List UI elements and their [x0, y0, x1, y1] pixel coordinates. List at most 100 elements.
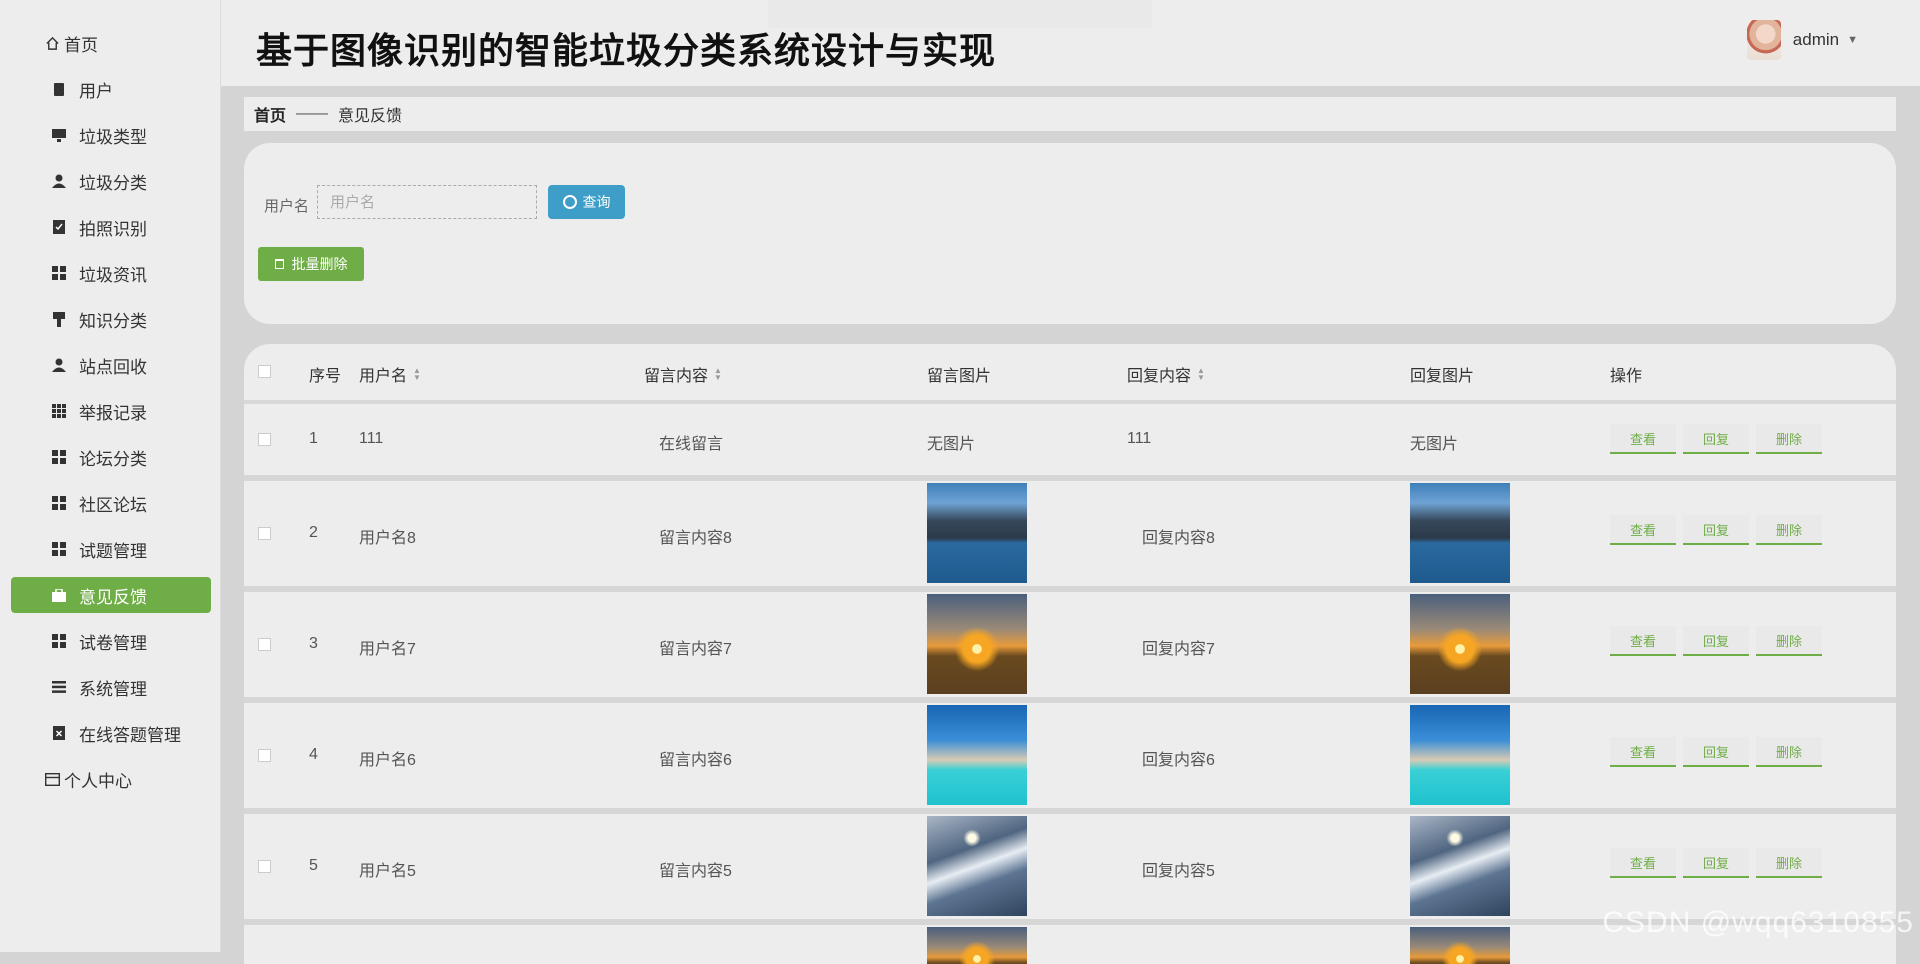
breadcrumb-home[interactable]: 首页	[254, 102, 286, 126]
mountain-image[interactable]	[1410, 816, 1510, 916]
grid-icon	[51, 449, 67, 465]
reply-button[interactable]: 回复	[1683, 626, 1749, 656]
delete-button[interactable]: 删除	[1756, 515, 1822, 545]
search-label: 用户名	[264, 198, 310, 215]
clipboard-x-icon	[51, 725, 67, 741]
reply-button[interactable]: 回复	[1683, 515, 1749, 545]
header-reply[interactable]: 回复内容 ▲ ▼	[1127, 362, 1205, 386]
sunset-image[interactable]	[1410, 927, 1510, 964]
row-content: 在线留言	[659, 436, 724, 453]
beach-image[interactable]	[927, 705, 1027, 805]
sort-icon[interactable]: ▲ ▼	[413, 367, 421, 382]
view-button[interactable]: 查看	[1610, 737, 1676, 767]
sidebar-item-exam-paper-management[interactable]: 试卷管理	[11, 623, 211, 659]
table-header: 序号 用户名 ▲ ▼ 留言内容 ▲ ▼ 留言图片 回复内容 ▲ ▼ 回复图片 操作	[244, 344, 1896, 404]
sunset-image[interactable]	[927, 927, 1027, 964]
header-index: 序号	[309, 368, 342, 385]
search-panel: 用户名 查询 批量删除	[244, 143, 1896, 324]
table-row: 1 111 在线留言 无图片 111 无图片 查看 回复 删除	[244, 404, 1896, 481]
sunset-image[interactable]	[927, 594, 1027, 694]
view-button[interactable]: 查看	[1610, 848, 1676, 878]
sidebar-item-forum-categories[interactable]: 论坛分类	[11, 439, 211, 475]
row-image-text: 无图片	[927, 436, 976, 453]
row-checkbox[interactable]	[258, 860, 271, 873]
brush-icon	[51, 311, 67, 327]
sunset-image[interactable]	[1410, 594, 1510, 694]
sidebar-item-station-recycling[interactable]: 站点回收	[11, 347, 211, 383]
sort-icon[interactable]: ▲ ▼	[1197, 367, 1205, 382]
user-menu[interactable]: admin ▼	[1746, 20, 1858, 60]
row-index: 1	[309, 430, 318, 447]
breadcrumb-separator: ——	[296, 105, 329, 122]
list-icon	[51, 679, 67, 695]
delete-button[interactable]: 删除	[1756, 626, 1822, 656]
lake-image[interactable]	[927, 483, 1027, 583]
row-checkbox[interactable]	[258, 433, 271, 446]
row-reply: 回复内容5	[1142, 863, 1215, 880]
table-row: 3 用户名7 留言内容7 回复内容7 查看 回复 删除	[244, 592, 1896, 703]
header-username[interactable]: 用户名 ▲ ▼	[359, 362, 421, 386]
sidebar-item-online-quiz-management[interactable]: 在线答题管理	[11, 715, 211, 751]
sidebar-item-home[interactable]: 首页	[11, 25, 211, 61]
header-image: 留言图片	[927, 368, 992, 385]
reply-button[interactable]: 回复	[1683, 424, 1749, 454]
mountain-image[interactable]	[927, 816, 1027, 916]
view-button[interactable]: 查看	[1610, 424, 1676, 454]
sidebar-item-photo-recognition[interactable]: 拍照识别	[11, 209, 211, 245]
row-reply-image-text: 无图片	[1410, 436, 1459, 453]
header-content[interactable]: 留言内容 ▲ ▼	[644, 362, 722, 386]
feedback-table: 序号 用户名 ▲ ▼ 留言内容 ▲ ▼ 留言图片 回复内容 ▲ ▼ 回复图片 操作 1 11…	[244, 344, 1896, 964]
row-checkbox[interactable]	[258, 527, 271, 540]
sidebar-item-users[interactable]: 用户	[11, 71, 211, 107]
row-index: 5	[309, 857, 318, 874]
row-checkbox[interactable]	[258, 749, 271, 762]
batch-delete-button[interactable]: 批量删除	[258, 247, 364, 281]
view-button[interactable]: 查看	[1610, 626, 1676, 656]
table-row: 4 用户名6 留言内容6 回复内容6 查看 回复 删除	[244, 703, 1896, 814]
sidebar-item-report-records[interactable]: 举报记录	[11, 393, 211, 429]
row-reply: 回复内容7	[1142, 641, 1215, 658]
search-icon	[562, 195, 577, 209]
sidebar-item-garbage-news[interactable]: 垃圾资讯	[11, 255, 211, 291]
sidebar-item-system-management[interactable]: 系统管理	[11, 669, 211, 705]
sidebar-item-feedback[interactable]: 意见反馈	[11, 577, 211, 613]
grid-dense-icon	[51, 403, 67, 419]
beach-image[interactable]	[1410, 705, 1510, 805]
breadcrumb: 首页 —— 意见反馈	[244, 97, 1896, 131]
delete-button[interactable]: 删除	[1756, 424, 1822, 454]
sort-icon[interactable]: ▲ ▼	[714, 367, 722, 382]
row-reply: 111	[1127, 430, 1152, 447]
sidebar-item-personal-center[interactable]: 个人中心	[11, 761, 211, 797]
row-index: 3	[309, 635, 318, 652]
reply-button[interactable]: 回复	[1683, 848, 1749, 878]
sidebar-item-garbage-types[interactable]: 垃圾类型	[11, 117, 211, 153]
page-title: 基于图像识别的智能垃圾分类系统设计与实现	[256, 30, 997, 71]
delete-button[interactable]: 删除	[1756, 737, 1822, 767]
view-button[interactable]: 查看	[1610, 515, 1676, 545]
sidebar-item-garbage-classification[interactable]: 垃圾分类	[11, 163, 211, 199]
row-index: 2	[309, 524, 318, 541]
delete-button[interactable]: 删除	[1756, 848, 1822, 878]
toast-notification	[768, 0, 1152, 28]
watermark: CSDN @wqq6310855	[1602, 906, 1914, 939]
row-username: 用户名8	[359, 530, 416, 547]
row-username: 用户名5	[359, 863, 416, 880]
row-checkbox[interactable]	[258, 638, 271, 651]
username-label: admin	[1792, 30, 1840, 49]
person-icon	[51, 173, 67, 189]
sidebar-item-community-forum[interactable]: 社区论坛	[11, 485, 211, 521]
caret-down-icon: ▼	[1847, 34, 1858, 46]
search-button[interactable]: 查询	[548, 185, 625, 219]
grid-icon	[51, 541, 67, 557]
row-content: 留言内容6	[659, 752, 732, 769]
row-content: 留言内容5	[659, 863, 732, 880]
select-all-checkbox[interactable]	[258, 365, 271, 378]
row-username: 用户名6	[359, 752, 416, 769]
sidebar-item-knowledge-categories[interactable]: 知识分类	[11, 301, 211, 337]
username-search-input[interactable]	[317, 185, 537, 219]
reply-button[interactable]: 回复	[1683, 737, 1749, 767]
sidebar-item-question-management[interactable]: 试题管理	[11, 531, 211, 567]
lake-image[interactable]	[1410, 483, 1510, 583]
header-actions: 操作	[1610, 368, 1643, 385]
avatar	[1746, 20, 1781, 60]
